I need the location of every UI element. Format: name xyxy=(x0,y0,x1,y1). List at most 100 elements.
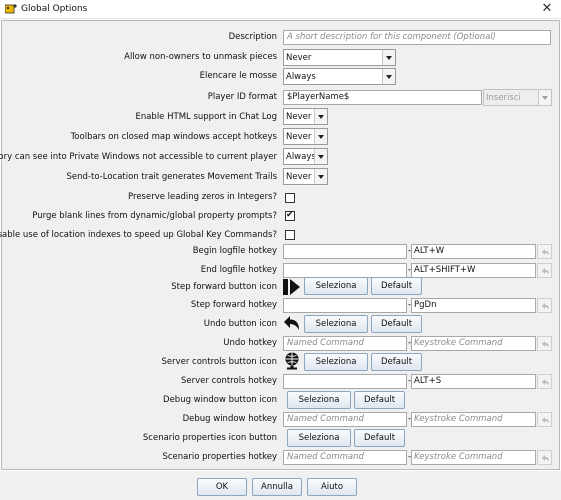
begin-log-label: Begin logfile hotkey xyxy=(192,246,277,256)
player-id-label: Player ID format xyxy=(207,92,277,102)
undo-hotkey-label: Undo hotkey xyxy=(223,338,277,348)
step-hotkey-named-field[interactable] xyxy=(283,298,407,313)
step-icon-default-button[interactable]: Default xyxy=(371,277,422,295)
debug-icon-select-button[interactable]: Seleziona xyxy=(287,391,351,409)
chevron-down-icon xyxy=(538,90,551,105)
description-placeholder: A short description for this component (… xyxy=(287,32,496,42)
debug-icon-default-button[interactable]: Default xyxy=(354,391,405,409)
server-globe-icon xyxy=(285,352,299,370)
server-hotkey-keystroke: ALT+S xyxy=(414,376,442,386)
chevron-down-icon xyxy=(314,169,327,184)
moves-label: Elencare le mosse xyxy=(199,71,277,81)
undo-hotkey-keystroke-field[interactable]: Keystroke Command xyxy=(411,336,536,351)
server-icon-select-button[interactable]: Seleziona xyxy=(304,353,368,371)
undo-keystroke-button[interactable] xyxy=(537,336,552,351)
undo-arrow-icon xyxy=(542,455,549,461)
preserve-zeros-label: Preserve leading zeros in Integers? xyxy=(128,192,277,202)
debug-icon-label: Debug window button icon xyxy=(163,395,277,405)
undo-arrow-icon xyxy=(284,316,299,330)
end-log-label: End logfile hotkey xyxy=(200,265,277,275)
undo-icon-label: Undo button icon xyxy=(203,319,277,329)
server-icon-default-button[interactable]: Default xyxy=(371,353,422,371)
html-chat-value: Never xyxy=(286,112,312,122)
undo-keystroke-button[interactable] xyxy=(537,374,552,389)
scenario-hotkey-named-field[interactable]: Named Command xyxy=(283,450,407,465)
window-title: Global Options xyxy=(21,4,88,14)
scenario-icon-label: Scenario properties icon button xyxy=(142,433,277,443)
preserve-zeros-checkbox[interactable] xyxy=(285,193,295,203)
send-location-value: Never xyxy=(286,172,312,182)
undo-hotkey-named-field[interactable]: Named Command xyxy=(283,336,407,351)
undo-keystroke-button[interactable] xyxy=(537,244,552,259)
close-icon[interactable]: ✕ xyxy=(540,1,554,16)
player-id-insert-value: Inserisci xyxy=(486,93,521,103)
begin-log-named-field[interactable] xyxy=(283,244,407,259)
inventory-label: Inventory can see into Private Windows n… xyxy=(0,152,277,162)
end-log-keystroke: ALT+SHIFT+W xyxy=(414,265,476,275)
player-id-insert-select: Inserisci xyxy=(483,89,552,106)
debug-hotkey-named-field[interactable]: Named Command xyxy=(283,412,407,427)
undo-arrow-icon xyxy=(542,303,549,309)
undo-arrow-icon xyxy=(542,249,549,255)
scenario-hotkey-label: Scenario properties hotkey xyxy=(162,452,277,462)
description-field[interactable]: A short description for this component (… xyxy=(283,30,551,45)
server-hotkey-label: Server controls hotkey xyxy=(181,376,277,386)
inventory-value: Always xyxy=(286,152,316,162)
description-label: Description xyxy=(228,32,277,42)
html-chat-select[interactable]: Never xyxy=(283,108,328,125)
chevron-down-icon xyxy=(382,69,395,84)
undo-keystroke-button[interactable] xyxy=(537,450,552,465)
cancel-button[interactable]: Annulla xyxy=(252,478,302,496)
step-hotkey-keystroke-field[interactable]: PgDn xyxy=(411,298,536,313)
inventory-select[interactable]: Always xyxy=(283,148,328,165)
app-icon xyxy=(5,4,17,14)
ok-button[interactable]: OK xyxy=(197,478,247,496)
checkmark-icon: ✔ xyxy=(286,210,294,220)
send-location-select[interactable]: Never xyxy=(283,168,328,185)
player-id-value: $PlayerName$ xyxy=(287,92,350,102)
server-hotkey-named-field[interactable] xyxy=(283,374,407,389)
undo-arrow-icon xyxy=(542,417,549,423)
begin-log-keystroke: ALT+W xyxy=(414,246,445,256)
disable-loc-checkbox[interactable] xyxy=(285,230,295,240)
html-chat-label: Enable HTML support in Chat Log xyxy=(135,112,277,122)
step-hotkey-label: Step forward hotkey xyxy=(190,300,277,310)
moves-value: Always xyxy=(286,72,316,82)
step-hotkey-keystroke: PgDn xyxy=(414,300,437,310)
server-icon-label: Server controls button icon xyxy=(161,357,277,367)
disable-loc-label: Disable use of location indexes to speed… xyxy=(0,230,277,240)
scenario-icon-default-button[interactable]: Default xyxy=(354,429,405,447)
undo-icon-default-button[interactable]: Default xyxy=(371,315,422,333)
toolbars-label: Toolbars on closed map windows accept ho… xyxy=(70,132,277,142)
toolbars-value: Never xyxy=(286,132,312,142)
unmask-label: Allow non-owners to unmask pieces xyxy=(124,52,277,62)
undo-keystroke-button[interactable] xyxy=(537,298,552,313)
moves-select[interactable]: Always xyxy=(283,68,396,85)
purge-blank-label: Purge blank lines from dynamic/global pr… xyxy=(32,211,277,221)
scenario-hotkey-keystroke-field[interactable]: Keystroke Command xyxy=(411,450,536,465)
help-button[interactable]: Aiuto xyxy=(307,478,357,496)
toolbars-select[interactable]: Never xyxy=(283,128,328,145)
end-log-keystroke-field[interactable]: ALT+SHIFT+W xyxy=(411,263,536,278)
scenario-icon-select-button[interactable]: Seleziona xyxy=(287,429,351,447)
chevron-down-icon xyxy=(314,109,327,124)
title-bar: Global Options ✕ xyxy=(0,0,561,19)
debug-hotkey-keystroke-field[interactable]: Keystroke Command xyxy=(411,412,536,427)
chevron-down-icon xyxy=(382,50,395,65)
server-hotkey-keystroke-field[interactable]: ALT+S xyxy=(411,374,536,389)
purge-blank-checkbox[interactable]: ✔ xyxy=(285,210,295,221)
undo-icon-select-button[interactable]: Seleziona xyxy=(304,315,368,333)
begin-log-keystroke-field[interactable]: ALT+W xyxy=(411,244,536,259)
unmask-select[interactable]: Never xyxy=(283,49,396,66)
step-icon-label: Step forward button icon xyxy=(171,282,277,292)
step-icon-select-button[interactable]: Seleziona xyxy=(304,277,368,295)
end-log-named-field[interactable] xyxy=(283,263,407,278)
undo-arrow-icon xyxy=(542,268,549,274)
send-location-label: Send-to-Location trait generates Movemen… xyxy=(66,172,277,182)
step-forward-icon xyxy=(283,279,300,295)
player-id-field[interactable]: $PlayerName$ xyxy=(283,90,482,105)
undo-keystroke-button[interactable] xyxy=(537,263,552,278)
undo-keystroke-button[interactable] xyxy=(537,412,552,427)
undo-arrow-icon xyxy=(542,379,549,385)
unmask-value: Never xyxy=(286,53,312,63)
